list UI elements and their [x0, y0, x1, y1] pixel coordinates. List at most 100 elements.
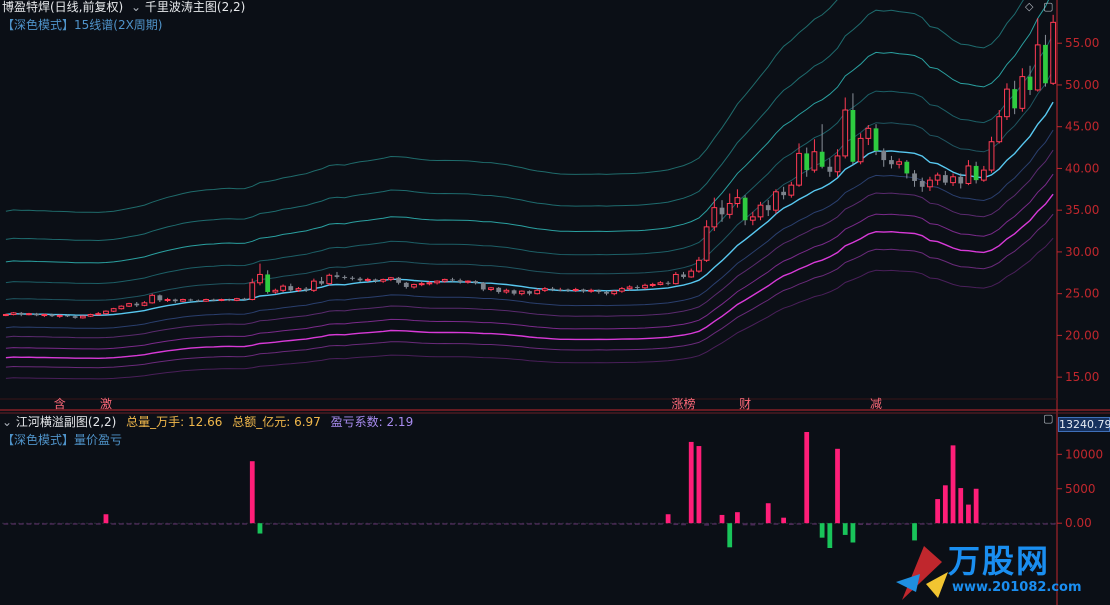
volume-bar: [896, 523, 902, 525]
volume-bar: [142, 523, 147, 525]
volume-bar: [211, 523, 217, 525]
candle-body: [889, 160, 894, 165]
volume-bar: [219, 523, 224, 525]
y-tick-label: 45.00: [1065, 120, 1099, 134]
candle-body: [1012, 89, 1018, 109]
candle-body: [233, 298, 240, 301]
volume-bar: [49, 523, 55, 525]
volume-bar: [973, 488, 979, 524]
volume-bar: [311, 523, 317, 525]
candle-body: [942, 175, 948, 183]
candle-body: [195, 300, 201, 302]
candle-body: [873, 128, 879, 151]
volume-bar: [758, 523, 763, 525]
volume-bar: [950, 445, 956, 524]
candle-body: [26, 313, 32, 316]
candle-body: [850, 110, 856, 162]
volume-bar: [373, 523, 378, 525]
band-line: [5, 0, 1050, 264]
candle-body: [719, 207, 725, 215]
candle-body: [734, 197, 741, 204]
volume-bar: [195, 523, 201, 525]
candle-body: [310, 280, 317, 291]
candle-body: [257, 273, 263, 284]
arrow-logo-icon: [896, 546, 948, 600]
volume-bar: [65, 523, 70, 525]
indicator-toggle-icon[interactable]: ⌄: [131, 0, 141, 14]
y-tick-label: 20.00: [1065, 328, 1099, 342]
sub-window-icon[interactable]: ▢: [1043, 412, 1053, 425]
candle-body: [457, 280, 463, 282]
candle-body: [226, 299, 232, 301]
signal-label: 涨榜: [672, 396, 696, 411]
volume-bar: [442, 523, 448, 525]
y-tick-label: 25.00: [1065, 287, 1099, 301]
y-tick-label: 15.00: [1065, 370, 1099, 384]
volume-bar: [881, 523, 887, 525]
volume-bar: [1035, 523, 1041, 525]
candle-body: [450, 279, 455, 281]
candle-body: [364, 278, 371, 281]
volume-bar: [935, 499, 941, 524]
volume-bar: [34, 523, 40, 525]
volume-bar: [172, 523, 178, 525]
candle-body: [912, 173, 917, 181]
volume-bar: [72, 523, 78, 525]
volume-bar: [111, 523, 117, 525]
volume-bar: [280, 523, 286, 525]
candle-body: [996, 116, 1003, 143]
candle-body: [642, 284, 648, 289]
sub-toggle-icon[interactable]: ⌄: [2, 415, 12, 429]
candle-body: [357, 278, 363, 281]
candle-body: [749, 216, 756, 221]
band-line: [5, 0, 1024, 242]
volume-bar: [958, 488, 964, 524]
volume-bar: [796, 523, 802, 525]
candle-body: [103, 310, 109, 315]
volume-bar: [57, 523, 63, 525]
candle-body: [781, 191, 787, 196]
candle-body: [503, 289, 510, 293]
candle-body: [965, 165, 972, 184]
diamond-icon[interactable]: ◇: [1025, 0, 1033, 13]
volume-bar: [788, 523, 794, 525]
volume-bar: [149, 523, 155, 525]
cursor-value-badge: 13240.79: [1058, 417, 1110, 432]
candle-body: [218, 298, 225, 301]
candle-body: [34, 313, 40, 316]
volume-bar: [596, 523, 602, 525]
candle-body: [557, 289, 563, 291]
profit-label: 盈亏系数: 2.19: [330, 415, 414, 429]
volume-bar: [919, 523, 925, 525]
stock-chart[interactable]: 55.00 50.00 45.00 40.00 35.00 30.00 25.00 20.00…: [0, 0, 1110, 605]
candle-body: [634, 286, 640, 288]
candle-body: [711, 207, 718, 228]
volume-bar: [519, 523, 525, 525]
volume-bar: [103, 514, 109, 524]
y-tick-label: 50.00: [1065, 78, 1099, 92]
candle-body: [1019, 76, 1026, 109]
candle-body: [681, 274, 686, 277]
candle-body: [387, 277, 394, 280]
window-icon[interactable]: ▢: [1043, 0, 1053, 13]
candle-body: [188, 299, 194, 301]
volume-bar: [565, 523, 571, 525]
band-line: [5, 33, 1054, 285]
candle-body: [242, 298, 247, 300]
candle-body: [134, 303, 140, 306]
volume-bar: [365, 523, 371, 525]
volume-label: 总量_万手: 12.66: [126, 415, 223, 429]
volume-bar: [203, 523, 209, 525]
volume-bar: [542, 523, 548, 525]
candle-body: [79, 315, 86, 319]
candle-body: [765, 205, 771, 211]
volume-bar: [850, 523, 856, 543]
candle-body: [118, 305, 125, 310]
candle-body: [596, 290, 602, 292]
candle-body: [703, 226, 710, 261]
volume-bar: [942, 485, 948, 524]
volume-bar: [742, 523, 748, 526]
volume-bar: [773, 523, 779, 525]
volume-bar: [380, 523, 386, 525]
volume-bar: [288, 523, 294, 525]
